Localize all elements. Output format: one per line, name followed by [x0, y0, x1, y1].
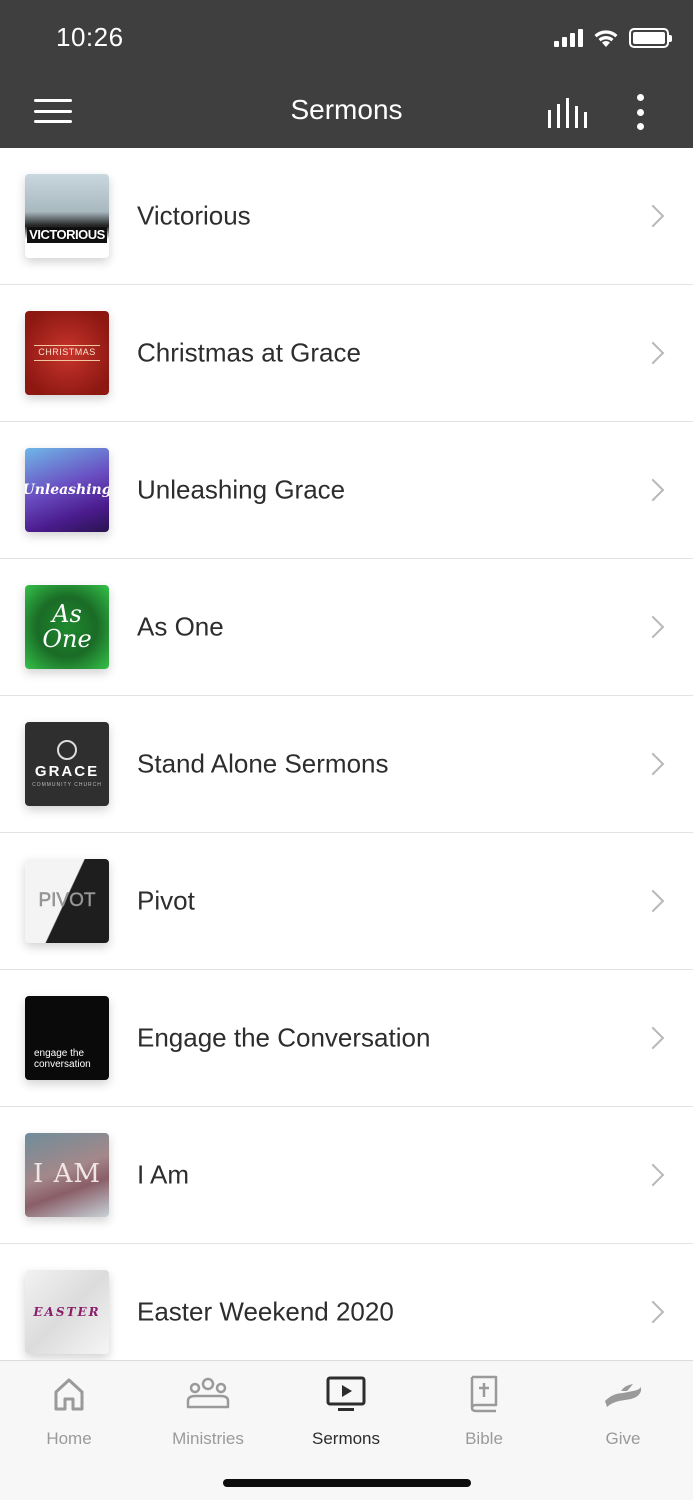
chevron-right-icon	[641, 1026, 665, 1050]
list-item-stand-alone-sermons[interactable]: GRACE COMMUNITY CHURCH Stand Alone Sermo…	[0, 696, 693, 833]
list-item-unleashing-grace[interactable]: Unleashing Unleashing Grace	[0, 422, 693, 559]
list-item-victorious[interactable]: VICTORIOUS Victorious	[0, 148, 693, 285]
status-bar: 10:26	[0, 0, 693, 76]
series-title: Unleashing Grace	[137, 474, 346, 505]
giving-hand-icon	[605, 1384, 641, 1407]
tab-label: Ministries	[172, 1429, 244, 1448]
cellular-signal-icon	[554, 29, 583, 47]
series-thumbnail: VICTORIOUS	[25, 174, 109, 258]
battery-icon	[629, 28, 672, 48]
series-title: Easter Weekend 2020	[137, 1296, 394, 1327]
chevron-right-icon	[641, 615, 665, 639]
status-icons	[554, 28, 672, 48]
chevron-right-icon	[641, 889, 665, 913]
chevron-right-icon	[641, 752, 665, 776]
video-play-icon	[326, 1376, 366, 1411]
church-logo-icon	[57, 740, 77, 761]
list-item-pivot[interactable]: PIVOT Pivot	[0, 833, 693, 970]
series-title: Stand Alone Sermons	[137, 748, 389, 779]
tab-home[interactable]: Home	[0, 1373, 138, 1453]
list-item-engage-the-conversation[interactable]: engage the conversation Engage the Conve…	[0, 970, 693, 1107]
series-thumbnail: Unleashing	[25, 448, 109, 532]
tab-label: Give	[605, 1429, 641, 1448]
tab-sermons[interactable]: Sermons	[277, 1373, 415, 1453]
bottom-tab-bar: Home Ministries Sermons Bible Give	[0, 1360, 693, 1500]
tab-bible[interactable]: Bible	[415, 1373, 553, 1453]
tab-label: Home	[46, 1429, 92, 1448]
app-header: 10:26 Sermons	[0, 0, 693, 148]
list-item-as-one[interactable]: As One As One	[0, 559, 693, 696]
home-indicator	[223, 1479, 471, 1487]
tab-label: Bible	[465, 1429, 503, 1448]
series-thumbnail: PIVOT	[25, 859, 109, 943]
wifi-icon	[594, 30, 618, 47]
series-title: As One	[137, 611, 224, 642]
page-title: Sermons	[290, 94, 403, 125]
list-item-christmas-at-grace[interactable]: CHRISTMAS Christmas at Grace	[0, 285, 693, 422]
series-thumbnail: GRACE COMMUNITY CHURCH	[25, 722, 109, 806]
chevron-right-icon	[641, 1300, 665, 1324]
series-title: Christmas at Grace	[137, 337, 361, 368]
series-thumbnail: EASTER	[25, 1270, 109, 1354]
audio-levels-icon[interactable]	[546, 98, 588, 128]
tab-label: Sermons	[311, 1429, 381, 1448]
more-vertical-icon[interactable]	[626, 92, 654, 132]
series-title: Engage the Conversation	[137, 1022, 431, 1053]
bible-book-icon	[470, 1375, 498, 1413]
series-thumbnail: engage the conversation	[25, 996, 109, 1080]
sermon-series-list: VICTORIOUS Victorious CHRISTMAS Christma…	[0, 148, 693, 1360]
series-title: I Am	[137, 1159, 190, 1190]
status-time: 10:26	[56, 22, 124, 52]
nav-bar: Sermons	[0, 76, 693, 148]
series-thumbnail: As One	[25, 585, 109, 669]
tab-ministries[interactable]: Ministries	[139, 1373, 277, 1453]
people-group-icon	[186, 1377, 230, 1409]
list-item-i-am[interactable]: I AM I Am	[0, 1107, 693, 1244]
list-item-easter-weekend-2020[interactable]: EASTER Easter Weekend 2020	[0, 1244, 693, 1360]
chevron-right-icon	[641, 204, 665, 228]
chevron-right-icon	[641, 478, 665, 502]
series-title: Victorious	[137, 200, 251, 231]
chevron-right-icon	[641, 341, 665, 365]
home-icon	[54, 1378, 84, 1411]
series-thumbnail: I AM	[25, 1133, 109, 1217]
chevron-right-icon	[641, 1163, 665, 1187]
series-title: Pivot	[137, 885, 195, 916]
tab-give[interactable]: Give	[554, 1373, 692, 1453]
series-thumbnail: CHRISTMAS	[25, 311, 109, 395]
